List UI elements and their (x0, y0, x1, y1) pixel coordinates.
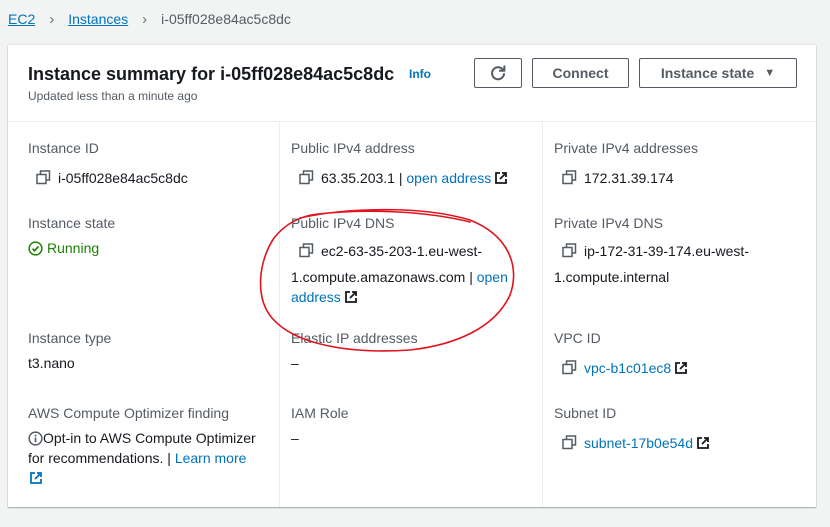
optimizer-label: AWS Compute Optimizer finding (28, 405, 229, 421)
public-ipv4-value: 63.35.203.1 | open address (299, 168, 508, 188)
private-dns-line1: ip-172-31-39-174.eu-west- (584, 243, 749, 259)
optimizer-separator: | (163, 450, 175, 466)
private-dns-value: ip-172-31-39-174.eu-west- 1.compute.inte… (554, 241, 809, 287)
refresh-icon (491, 65, 506, 81)
elastic-ip-label: Elastic IP addresses (291, 330, 418, 346)
copy-icon[interactable] (562, 435, 577, 450)
instance-summary-panel: Instance summary for i-05ff028e84ac5c8dc… (8, 45, 816, 507)
instance-state-dropdown[interactable]: Instance state ▼ (639, 58, 797, 88)
instance-type-label: Instance type (28, 330, 112, 346)
breadcrumb-ec2-link[interactable]: EC2 (8, 11, 35, 27)
optimizer-line2: for recommendations. (28, 450, 164, 466)
external-link-icon[interactable] (344, 290, 358, 304)
open-address-link-part1[interactable]: open (477, 269, 508, 285)
info-link[interactable]: Info (409, 67, 431, 81)
public-dns-line1: ec2-63-35-203-1.eu-west- (321, 243, 483, 259)
subnet-id-value: subnet-17b0e54d (562, 433, 710, 453)
instance-state-button-label: Instance state (660, 65, 755, 81)
copy-icon[interactable] (299, 170, 314, 185)
private-ipv4-label: Private IPv4 addresses (554, 140, 698, 156)
private-dns-line2: 1.compute.internal (554, 269, 670, 285)
copy-icon[interactable] (562, 243, 577, 258)
vpc-id-link[interactable]: vpc-b1c01ec8 (584, 360, 671, 376)
vpc-id-value: vpc-b1c01ec8 (562, 358, 688, 378)
breadcrumb-instances-link[interactable]: Instances (68, 11, 128, 27)
info-circle-icon (28, 430, 43, 446)
chevron-right-icon: › (49, 10, 55, 28)
connect-button[interactable]: Connect (532, 58, 629, 88)
subnet-id-link[interactable]: subnet-17b0e54d (584, 435, 693, 451)
public-dns-line2: 1.compute.amazonaws.com (291, 269, 466, 285)
optimizer-value: Opt-in to AWS Compute Optimizer for reco… (28, 428, 278, 488)
subnet-id-label: Subnet ID (554, 405, 617, 421)
private-dns-label: Private IPv4 DNS (554, 215, 663, 231)
external-link-icon[interactable] (29, 471, 43, 485)
open-address-link[interactable]: open address (406, 170, 491, 186)
optimizer-line1: Opt-in to AWS Compute Optimizer (43, 430, 256, 446)
instance-state-label: Instance state (28, 215, 116, 231)
breadcrumb: EC2 › Instances › i-05ff028e84ac5c8dc (8, 9, 291, 29)
vpc-id-label: VPC ID (554, 330, 601, 346)
external-link-icon[interactable] (696, 436, 710, 450)
external-link-icon[interactable] (494, 171, 508, 185)
public-dns-value: ec2-63-35-203-1.eu-west- 1.compute.amazo… (291, 241, 541, 307)
instance-type-value: t3.nano (28, 355, 75, 371)
panel-header: Instance summary for i-05ff028e84ac5c8dc… (8, 45, 816, 122)
iam-role-label: IAM Role (291, 405, 349, 421)
public-ipv4-label: Public IPv4 address (291, 140, 415, 156)
public-dns-separator: | (465, 269, 477, 285)
details-column-2: Public IPv4 address 63.35.203.1 | open a… (279, 122, 543, 507)
page-title: Instance summary for i-05ff028e84ac5c8dc (28, 64, 395, 84)
copy-icon[interactable] (562, 360, 577, 375)
check-circle-icon (28, 240, 43, 256)
chevron-right-icon: › (142, 10, 148, 28)
instance-state-value: Running (28, 238, 99, 258)
details-column-1: Instance ID i-05ff028e84ac5c8dc Instance… (8, 122, 280, 507)
connect-button-label: Connect (552, 65, 609, 81)
caret-down-icon: ▼ (764, 67, 776, 79)
copy-icon[interactable] (36, 170, 51, 185)
external-link-icon[interactable] (674, 361, 688, 375)
instance-id-label: Instance ID (28, 140, 99, 156)
instance-id-text: i-05ff028e84ac5c8dc (58, 170, 188, 186)
open-address-link-part2[interactable]: address (291, 289, 341, 305)
public-ipv4-text: 63.35.203.1 (321, 170, 395, 186)
breadcrumb-current: i-05ff028e84ac5c8dc (161, 11, 291, 27)
updated-text: Updated less than a minute ago (28, 89, 198, 103)
refresh-button[interactable] (474, 58, 522, 88)
details-column-3: Private IPv4 addresses 172.31.39.174 Pri… (543, 122, 816, 507)
copy-icon[interactable] (299, 243, 314, 258)
private-ipv4-text: 172.31.39.174 (584, 170, 674, 186)
public-ipv4-separator: | (394, 170, 407, 186)
private-ipv4-value: 172.31.39.174 (562, 168, 674, 188)
copy-icon[interactable] (562, 170, 577, 185)
running-status-text: Running (47, 240, 100, 256)
public-dns-label: Public IPv4 DNS (291, 215, 395, 231)
instance-id-value: i-05ff028e84ac5c8dc (36, 168, 188, 188)
iam-role-value: – (291, 430, 299, 446)
elastic-ip-value: – (291, 355, 299, 371)
learn-more-link[interactable]: Learn more (175, 450, 247, 466)
